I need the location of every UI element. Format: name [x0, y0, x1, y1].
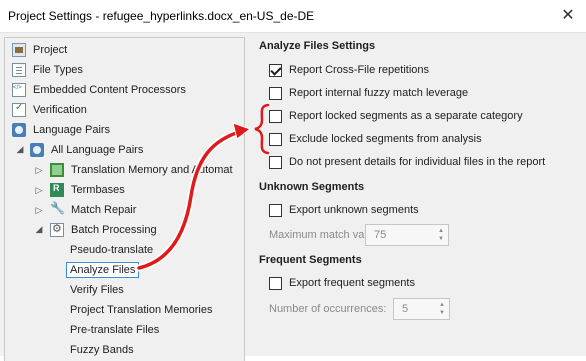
tree-item-label: Embedded Content Processors [33, 84, 186, 96]
checkbox[interactable] [269, 86, 282, 100]
option-export-unknown[interactable]: Export unknown segments [269, 201, 419, 219]
tree-item-file-types[interactable]: File Types [12, 60, 85, 80]
occurrences-value[interactable]: 5 [394, 303, 435, 315]
checkbox[interactable] [269, 155, 282, 169]
option-cross-file-repetitions[interactable]: Report Cross-File repetitions [269, 61, 429, 79]
checkbox[interactable] [269, 203, 282, 217]
section-title-unknown: Unknown Segments [259, 181, 365, 193]
language-pairs-icon [12, 123, 26, 137]
section-title-frequent: Frequent Segments [259, 254, 362, 266]
collapse-arrow-icon[interactable]: ◢ [15, 144, 25, 155]
option-export-frequent[interactable]: Export frequent segments [269, 274, 415, 292]
tree-item-label: Pseudo-translate [70, 244, 154, 256]
window-title: Project Settings - refugee_hyperlinks.do… [8, 9, 315, 23]
wrench-icon [50, 201, 65, 217]
section-title-analyze: Analyze Files Settings [259, 40, 376, 52]
title-bar: Project Settings - refugee_hyperlinks.do… [0, 0, 586, 32]
tree-item-project-translation-memories[interactable]: Project Translation Memories [68, 300, 214, 320]
chevron-up-icon[interactable]: ▲ [438, 227, 444, 235]
checkbox[interactable] [269, 132, 282, 146]
option-label: Report locked segments as a separate cat… [289, 110, 523, 122]
translation-memory-icon [50, 163, 64, 177]
language-pair-icon [30, 143, 44, 157]
embedded-content-icon [12, 83, 26, 97]
tree-item-termbases[interactable]: Termbases [50, 180, 127, 200]
verification-icon [12, 102, 26, 117]
tree-item-verify-files[interactable]: Verify Files [68, 280, 126, 300]
tree-item-embedded-content[interactable]: Embedded Content Processors [12, 80, 188, 100]
tree-item-label: Verification [33, 104, 87, 116]
collapse-arrow-icon[interactable]: ◢ [34, 224, 44, 235]
tree-item-all-language-pairs[interactable]: All Language Pairs [30, 140, 145, 160]
tree-item-label: Translation Memory and Automat [71, 164, 233, 176]
settings-panel: Analyze Files Settings Report Cross-File… [259, 32, 586, 356]
checkbox[interactable] [269, 109, 282, 123]
project-icon [12, 43, 26, 57]
tree-item-label: Fuzzy Bands [70, 344, 134, 356]
option-internal-fuzzy[interactable]: Report internal fuzzy match leverage [269, 84, 468, 102]
file-types-icon [12, 63, 26, 77]
stepper-buttons[interactable]: ▲ ▼ [434, 225, 448, 245]
occurrences-stepper[interactable]: 5 ▲ ▼ [393, 298, 450, 320]
max-match-stepper[interactable]: 75 ▲ ▼ [365, 224, 449, 246]
occurrences-row: Number of occurrences: [269, 298, 386, 320]
tree-item-pre-translate-files[interactable]: Pre-translate Files [68, 320, 161, 340]
tree-item-label: Verify Files [70, 284, 124, 296]
chevron-down-icon[interactable]: ▼ [439, 309, 445, 317]
tree-item-label: Project Translation Memories [70, 304, 213, 316]
settings-tree[interactable]: Project File Types Embedded Content Proc… [4, 37, 245, 361]
stepper-buttons[interactable]: ▲ ▼ [435, 299, 449, 319]
option-label: Report internal fuzzy match leverage [289, 87, 469, 99]
expand-arrow-icon[interactable]: ▷ [34, 165, 44, 176]
option-label: Export frequent segments [289, 277, 415, 289]
occurrences-label: Number of occurrences: [269, 303, 387, 315]
tree-item-verification[interactable]: Verification [12, 100, 89, 120]
option-locked-separate[interactable]: Report locked segments as a separate cat… [269, 107, 523, 125]
batch-processing-icon [50, 222, 64, 237]
tree-item-label: Analyze Files [66, 262, 140, 278]
option-label: Do not present details for individual fi… [289, 156, 546, 168]
option-label: Report Cross-File repetitions [289, 64, 429, 76]
tree-item-fuzzy-bands[interactable]: Fuzzy Bands [68, 340, 136, 360]
expand-arrow-icon[interactable]: ▷ [34, 205, 44, 216]
tree-item-match-repair[interactable]: Match Repair [50, 200, 138, 220]
tree-item-label: All Language Pairs [51, 144, 144, 156]
tree-item-batch-processing[interactable]: Batch Processing [50, 220, 159, 240]
checkbox[interactable] [269, 63, 282, 77]
chevron-down-icon[interactable]: ▼ [438, 235, 444, 243]
tree-item-label: Match Repair [71, 204, 137, 216]
termbase-icon [50, 183, 64, 197]
tree-item-project[interactable]: Project [12, 40, 69, 60]
tree-item-label: Pre-translate Files [70, 324, 160, 336]
max-match-value[interactable]: 75 [366, 229, 434, 241]
close-icon[interactable]: ✕ [560, 8, 576, 24]
tree-item-translation-memory[interactable]: Translation Memory and Automat [50, 160, 235, 180]
chevron-up-icon[interactable]: ▲ [439, 301, 445, 309]
tree-item-label: Project [33, 44, 68, 56]
option-exclude-locked[interactable]: Exclude locked segments from analysis [269, 130, 482, 148]
option-label: Exclude locked segments from analysis [289, 133, 482, 145]
tree-item-language-pairs[interactable]: Language Pairs [12, 120, 112, 140]
tree-item-label: Batch Processing [71, 224, 157, 236]
tree-item-label: Language Pairs [33, 124, 111, 136]
option-no-details[interactable]: Do not present details for individual fi… [269, 153, 545, 171]
tree-item-analyze-files[interactable]: Analyze Files [66, 260, 140, 280]
tree-item-label: File Types [33, 64, 83, 76]
option-label: Export unknown segments [289, 204, 419, 216]
tree-item-label: Termbases [71, 184, 125, 196]
expand-arrow-icon[interactable]: ▷ [34, 185, 44, 196]
checkbox[interactable] [269, 276, 282, 290]
tree-item-pseudo-translate[interactable]: Pseudo-translate [68, 240, 155, 260]
